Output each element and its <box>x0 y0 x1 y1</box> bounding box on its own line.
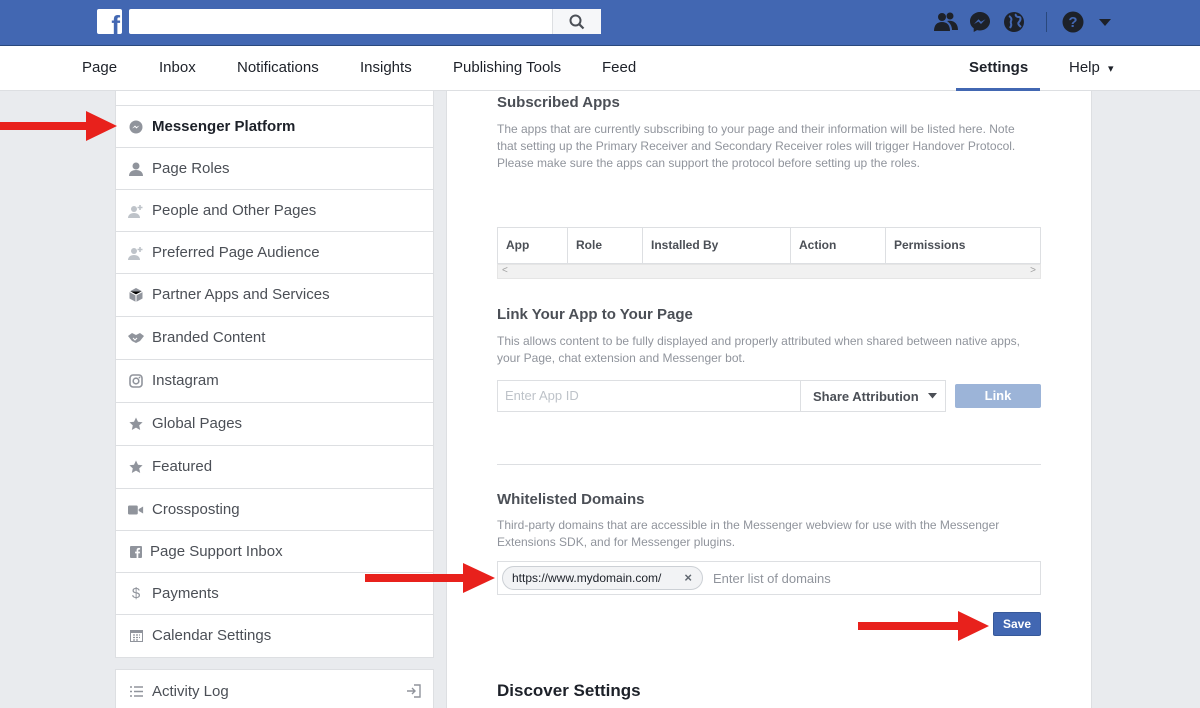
sidebar-item-featured[interactable]: Featured <box>116 445 433 487</box>
caret-down-icon: ▾ <box>1108 63 1114 75</box>
messenger-icon <box>128 119 144 135</box>
nav-insights[interactable]: Insights <box>360 46 412 91</box>
page-nav-bar: Page Inbox Notifications Insights Publis… <box>0 46 1200 91</box>
sidebar-item-label: Messenger Platform <box>152 118 296 135</box>
annotation-arrow-icon <box>365 563 495 593</box>
sidebar-item-label: Payments <box>152 585 219 602</box>
sidebar-item-messenger-platform[interactable]: Messenger Platform <box>116 105 433 147</box>
messenger-settings-panel: Subscribed Apps The apps that are curren… <box>446 91 1092 708</box>
share-attribution-label: Share Attribution <box>813 388 919 404</box>
sidebar-item-label: Instagram <box>152 372 219 389</box>
caret-down-icon[interactable] <box>1093 10 1117 34</box>
sidebar-item-page-roles[interactable]: Page Roles <box>116 147 433 189</box>
table-header-role[interactable]: Role <box>568 228 643 263</box>
sidebar-item-label: Partner Apps and Services <box>152 286 330 303</box>
sidebar-item-crossposting[interactable]: Crossposting <box>116 488 433 530</box>
sidebar-item-preferred-page-audience[interactable]: Preferred Page Audience <box>116 231 433 273</box>
sidebar-item-label: Page Roles <box>152 160 230 177</box>
nav-page[interactable]: Page <box>82 46 117 91</box>
nav-publishing-tools[interactable]: Publishing Tools <box>453 46 561 91</box>
calendar-icon <box>128 628 144 644</box>
search-button[interactable] <box>552 9 601 34</box>
handshake-icon <box>128 330 144 346</box>
sidebar-item-label: Global Pages <box>152 415 243 432</box>
domains-placeholder[interactable]: Enter list of domains <box>713 571 831 586</box>
sidebar-item-label: Branded Content <box>152 329 266 346</box>
section-title-subscribed-apps: Subscribed Apps <box>497 94 620 111</box>
table-header-action[interactable]: Action <box>791 228 886 263</box>
save-button[interactable]: Save <box>993 612 1041 636</box>
sidebar-item-label: Page Support Inbox <box>150 543 283 560</box>
instagram-icon <box>128 373 144 389</box>
sidebar-item-instagram[interactable]: Instagram <box>116 359 433 401</box>
domain-token: https://www.mydomain.com/ × <box>502 566 703 590</box>
scroll-right-icon[interactable]: > <box>1030 265 1036 276</box>
help-icon[interactable]: ? <box>1061 10 1085 34</box>
messenger-icon[interactable] <box>968 10 992 34</box>
annotation-arrow-icon <box>858 611 989 641</box>
section-title-link-app: Link Your App to Your Page <box>497 306 693 323</box>
sidebar-item-label: Calendar Settings <box>152 627 272 644</box>
star-icon <box>128 416 144 432</box>
subscribed-apps-description: The apps that are currently subscribing … <box>497 122 1016 170</box>
facebook-logo[interactable]: f <box>97 9 122 34</box>
activity-log-label: Activity Log <box>152 683 229 700</box>
person-add-icon <box>128 245 144 261</box>
nav-help-label: Help <box>1069 59 1100 76</box>
table-header-app[interactable]: App <box>498 228 568 263</box>
whitelisted-domains-input[interactable]: https://www.mydomain.com/ × Enter list o… <box>497 561 1041 595</box>
sidebar-item-global-pages[interactable]: Global Pages <box>116 402 433 444</box>
sidebar-item-calendar-settings[interactable]: Calendar Settings <box>116 614 433 656</box>
open-icon <box>406 684 421 703</box>
share-attribution-dropdown[interactable]: Share Attribution <box>800 380 946 412</box>
search-input[interactable] <box>129 9 601 34</box>
nav-settings[interactable]: Settings <box>969 46 1028 91</box>
star-icon <box>128 459 144 475</box>
activity-log-link[interactable]: Activity Log <box>115 669 434 708</box>
svg-text:?: ? <box>1068 14 1077 31</box>
sidebar-item-label: People and Other Pages <box>152 202 317 219</box>
person-add-icon <box>128 203 144 219</box>
section-title-whitelisted-domains: Whitelisted Domains <box>497 491 645 508</box>
horizontal-scrollbar[interactable]: < > <box>497 264 1041 279</box>
link-app-description: This allows content to be fully displaye… <box>497 334 1020 365</box>
app-id-input[interactable]: Enter App ID <box>497 380 800 412</box>
nav-feed[interactable]: Feed <box>602 46 636 91</box>
globe-icon[interactable] <box>1002 10 1026 34</box>
sidebar-item-label: Crossposting <box>152 501 240 518</box>
cube-icon <box>128 287 144 303</box>
section-divider <box>497 464 1041 465</box>
domain-token-label: https://www.mydomain.com/ <box>512 571 662 585</box>
video-icon <box>128 502 144 518</box>
sidebar-item-people-and-other-pages[interactable]: People and Other Pages <box>116 189 433 231</box>
table-header-installed-by[interactable]: Installed By <box>643 228 791 263</box>
nav-inbox[interactable]: Inbox <box>159 46 196 91</box>
facebook-icon <box>128 544 144 560</box>
remove-domain-icon[interactable]: × <box>684 570 692 585</box>
nav-notifications[interactable]: Notifications <box>237 46 319 91</box>
sidebar-item-label: Featured <box>152 458 213 475</box>
sidebar-item-partner-apps[interactable]: Partner Apps and Services <box>116 273 433 315</box>
dollar-icon: $ <box>131 585 141 602</box>
search-icon <box>569 14 585 29</box>
whitelisted-domains-description: Third-party domains that are accessible … <box>497 518 1000 549</box>
sidebar-item-label: Preferred Page Audience <box>152 244 320 261</box>
section-title-discover-settings: Discover Settings <box>497 681 641 700</box>
nav-help[interactable]: Help ▾ <box>1069 46 1114 91</box>
friends-icon[interactable] <box>934 10 958 34</box>
subscribed-apps-table: App Role Installed By Action Permissions <box>497 227 1041 264</box>
top-bar: f ? <box>0 0 1200 46</box>
divider <box>1046 12 1047 32</box>
list-icon <box>128 684 144 700</box>
sidebar-item-branded-content[interactable]: Branded Content <box>116 316 433 358</box>
link-button[interactable]: Link <box>955 384 1041 408</box>
caret-down-icon <box>927 393 937 399</box>
annotation-arrow-icon <box>0 111 117 141</box>
table-header-permissions[interactable]: Permissions <box>886 228 1040 263</box>
person-icon <box>128 161 144 177</box>
scroll-left-icon[interactable]: < <box>502 265 508 276</box>
